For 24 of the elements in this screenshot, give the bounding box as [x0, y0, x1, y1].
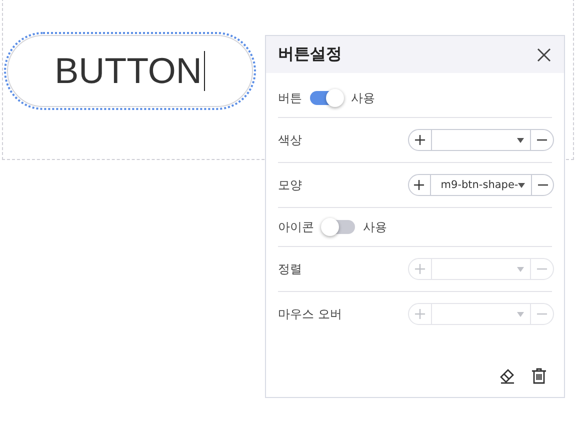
trash-icon[interactable] — [530, 367, 548, 385]
button-text: BUTTON — [54, 53, 202, 89]
button-preview[interactable]: BUTTON — [7, 35, 253, 107]
setting-label: 모양 — [278, 176, 302, 194]
setting-label: 아이콘 — [278, 218, 314, 236]
setting-label: 버튼 — [278, 90, 302, 106]
toggle-switch[interactable] — [322, 220, 355, 234]
setting-label: 색상 — [278, 132, 302, 148]
setting-label: 정렬 — [278, 260, 302, 278]
toggle-switch[interactable] — [310, 91, 343, 105]
dropdown-caret-icon[interactable] — [518, 182, 526, 188]
text-cursor — [204, 51, 206, 91]
close-icon[interactable] — [536, 46, 552, 62]
dropdown-field[interactable]: m9-btn-shape- — [408, 174, 554, 196]
dropdown-value: m9-btn-shape- — [440, 179, 518, 191]
plus-icon[interactable] — [414, 180, 424, 190]
dropdown-caret-icon[interactable] — [517, 138, 524, 142]
plus-icon[interactable] — [415, 135, 425, 145]
eraser-icon[interactable] — [498, 367, 516, 385]
toggle-label: 사용 — [351, 90, 375, 106]
toggle-label: 사용 — [363, 218, 387, 236]
dropdown-field[interactable] — [408, 129, 554, 151]
setting-label: 마우스 오버 — [278, 306, 342, 322]
panel-title: 버튼설정 — [278, 44, 342, 65]
